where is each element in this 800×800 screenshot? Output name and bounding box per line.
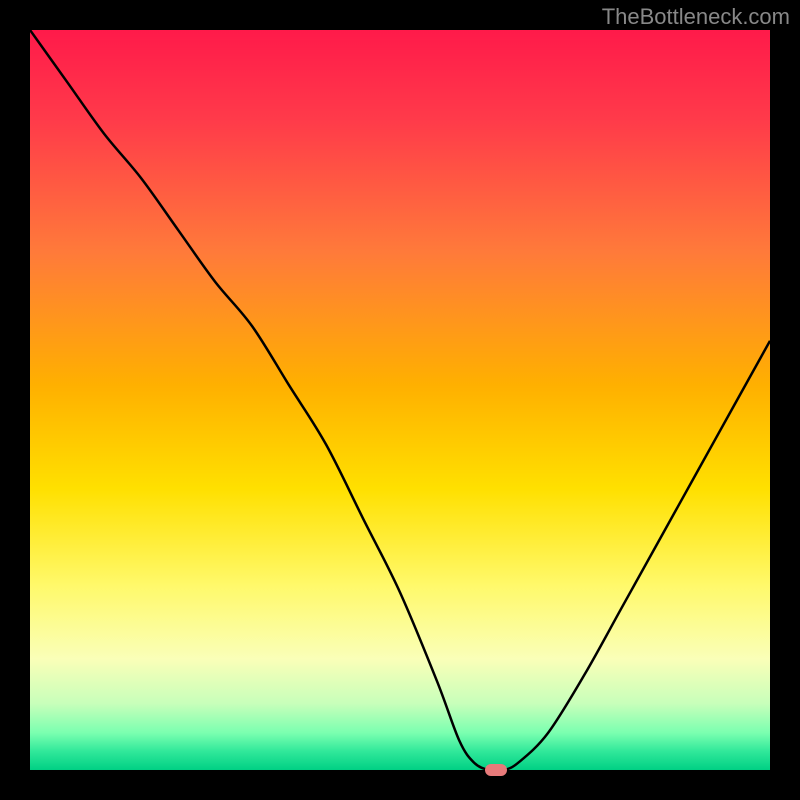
chart-area: [30, 30, 770, 770]
bottleneck-curve: [30, 30, 770, 770]
attribution-text: TheBottleneck.com: [602, 4, 790, 30]
optimal-marker: [485, 764, 507, 776]
